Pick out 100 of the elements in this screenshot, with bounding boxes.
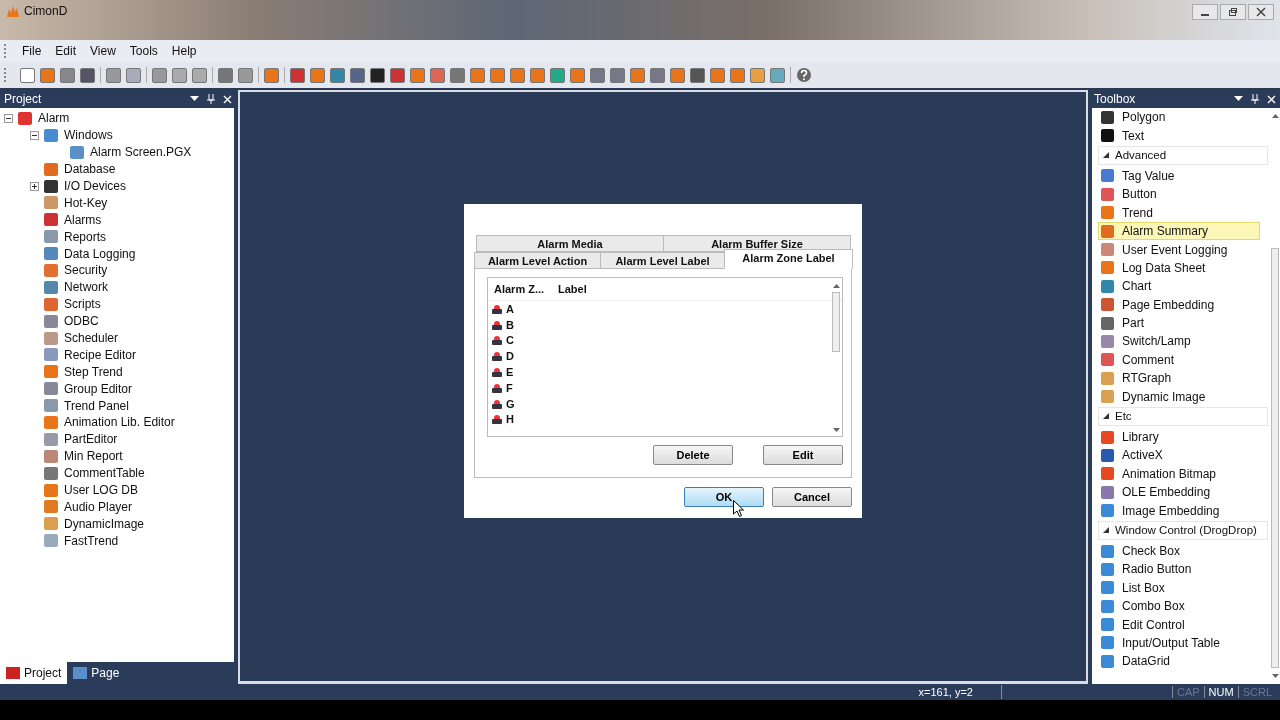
menu-item[interactable]: Help (164, 42, 204, 60)
list-item[interactable]: A (506, 302, 514, 315)
tree-item[interactable]: Min Report (62, 449, 123, 464)
list-item[interactable]: B (506, 318, 514, 331)
menu-item[interactable]: Tools (122, 42, 165, 60)
scroll-down-icon[interactable] (1271, 674, 1279, 678)
toolbox-item[interactable]: Check Box (1098, 541, 1260, 561)
tree-item[interactable]: Alarm (36, 111, 70, 126)
expander-icon[interactable] (4, 113, 14, 124)
panel-tab[interactable]: Project (0, 662, 68, 684)
tree-item[interactable]: I/O Devices (62, 179, 126, 193)
toolbox-item[interactable]: Polygon (1098, 108, 1260, 127)
group-header[interactable]: Window Control (DrogDrop) (1098, 520, 1268, 540)
tree-item[interactable]: CommentTable (62, 466, 145, 481)
menu-item[interactable]: File (15, 42, 49, 60)
tree-item[interactable]: User LOG DB (62, 483, 138, 498)
toolbox-item[interactable]: Chart (1098, 277, 1260, 296)
dialog-button[interactable]: Edit (763, 445, 843, 465)
toolbox-item[interactable]: Dynamic Image (1098, 387, 1260, 406)
close-icon[interactable] (223, 94, 232, 104)
group-header[interactable]: Etc (1098, 406, 1268, 426)
dialog-button[interactable]: Delete (653, 445, 733, 465)
pin-icon[interactable] (1251, 94, 1259, 104)
toolbox-item[interactable]: Part (1098, 313, 1260, 333)
scroll-up-icon[interactable] (1271, 114, 1279, 118)
toolbox-item[interactable]: DataGrid (1098, 652, 1260, 671)
list-item[interactable]: F (506, 381, 513, 394)
column-header[interactable]: Label (552, 283, 587, 295)
dialog-button[interactable]: OK (684, 487, 764, 507)
toolbox-item[interactable]: Switch/Lamp (1098, 332, 1260, 351)
list-item[interactable]: H (506, 413, 514, 426)
scroll-down-icon[interactable] (832, 428, 840, 432)
tree-item[interactable]: Reports (62, 229, 107, 244)
tree-item[interactable]: Alarms (62, 212, 102, 227)
tree-item[interactable]: Animation Lib. Editor (62, 415, 175, 430)
toolbox-item[interactable]: Alarm Summary (1098, 221, 1260, 241)
toolbox-item[interactable]: Comment (1098, 350, 1260, 370)
toolbox-item[interactable]: Radio Button (1098, 560, 1260, 579)
dialog-tab[interactable]: Alarm Zone Label (724, 249, 853, 269)
toolbox-item[interactable]: Page Embedding (1098, 295, 1260, 314)
toolbox-item[interactable]: Edit Control (1098, 615, 1260, 634)
tree-item[interactable]: Hot-Key (62, 195, 108, 210)
dialog-button[interactable]: Cancel (772, 487, 852, 507)
toolbox-item[interactable]: Library (1098, 427, 1260, 447)
toolbox-item[interactable]: Text (1098, 126, 1260, 145)
toolbox-item[interactable]: Animation Bitmap (1098, 464, 1260, 484)
list-item[interactable]: C (506, 334, 514, 347)
dialog-tab[interactable]: Alarm Media (476, 235, 664, 252)
tree-item[interactable]: Audio Player (62, 499, 133, 514)
dialog-tab[interactable]: Alarm Level Label (600, 252, 725, 269)
toolbox-item[interactable]: RTGraph (1098, 369, 1260, 388)
minimize-button[interactable] (1192, 4, 1218, 20)
group-header[interactable]: Advanced (1098, 145, 1268, 165)
tree-item[interactable]: FastTrend (62, 533, 119, 548)
close-button[interactable] (1248, 4, 1274, 20)
toolbox-item[interactable]: Button (1098, 185, 1260, 204)
expander-icon[interactable] (30, 181, 40, 191)
toolbox-item[interactable]: Input/Output Table (1098, 633, 1260, 653)
tree-item[interactable]: Step Trend (62, 364, 123, 379)
tree-item[interactable]: Database (62, 162, 116, 177)
pin-icon[interactable] (207, 94, 215, 104)
toolbar-icon[interactable] (80, 67, 95, 83)
help-icon[interactable] (796, 67, 812, 83)
dropdown-icon[interactable] (1234, 96, 1243, 102)
toolbox-item[interactable]: List Box (1098, 578, 1260, 597)
tree-item[interactable]: ODBC (62, 314, 99, 329)
column-header[interactable]: Alarm Z... (488, 283, 552, 295)
list-item[interactable]: D (506, 350, 514, 363)
toolbox-item[interactable]: OLE Embedding (1098, 483, 1260, 502)
dialog-tab[interactable]: Alarm Level Action (474, 252, 601, 269)
tree-item[interactable]: Recipe Editor (62, 347, 137, 362)
toolbox-item[interactable]: Image Embedding (1098, 501, 1260, 520)
list-item[interactable]: E (506, 366, 514, 379)
restore-button[interactable] (1220, 4, 1246, 20)
toolbox-item[interactable]: User Event Logging (1098, 240, 1260, 259)
tree-item[interactable]: Alarm Screen.PGX (88, 145, 192, 160)
tree-item[interactable]: PartEditor (62, 432, 118, 447)
menu-item[interactable]: Edit (48, 42, 84, 60)
tree-item[interactable]: Security (62, 263, 108, 278)
toolbox-item[interactable]: ActiveX (1098, 446, 1260, 465)
panel-tab[interactable]: Page (67, 662, 126, 684)
tree-item[interactable]: Scripts (62, 297, 101, 312)
toolbox-item[interactable]: Combo Box (1098, 597, 1260, 616)
tree-item[interactable]: Data Logging (62, 246, 136, 261)
toolbox-item[interactable]: Trend (1098, 203, 1260, 222)
menu-item[interactable]: View (83, 42, 123, 60)
toolbox-item[interactable]: Tag Value (1098, 166, 1260, 186)
tree-item[interactable]: Trend Panel (62, 398, 129, 413)
tree-item[interactable]: Windows (62, 128, 113, 143)
close-icon[interactable] (1267, 94, 1276, 104)
tree-item[interactable]: Scheduler (62, 331, 119, 345)
expander-icon[interactable] (30, 130, 40, 141)
toolbar-icon[interactable] (370, 67, 385, 83)
toolbar-icon[interactable] (690, 67, 705, 83)
scroll-up-icon[interactable] (832, 284, 840, 288)
tree-item[interactable]: Network (62, 280, 108, 295)
tree-item[interactable]: DynamicImage (62, 516, 145, 531)
list-item[interactable]: G (506, 397, 515, 410)
scrollbar[interactable] (832, 284, 840, 432)
dropdown-icon[interactable] (190, 96, 199, 102)
